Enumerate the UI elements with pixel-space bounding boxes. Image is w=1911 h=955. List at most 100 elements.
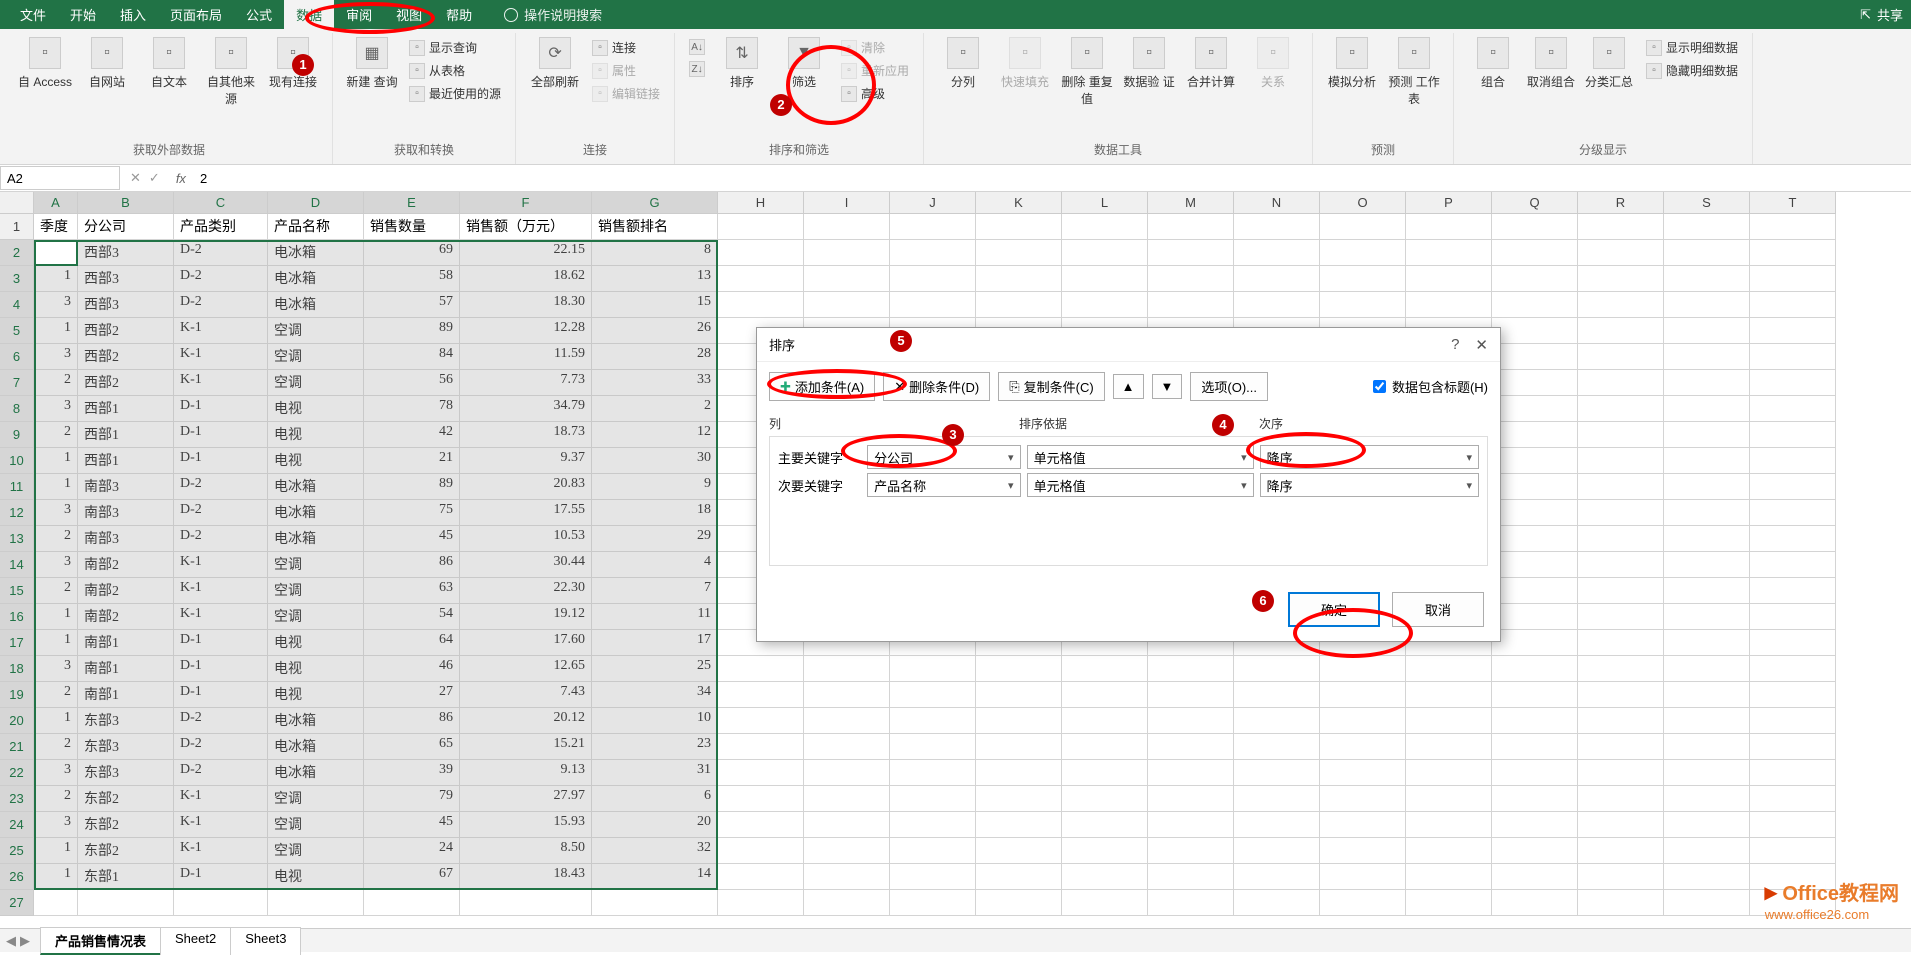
cell[interactable]: 电冰箱 <box>268 760 364 786</box>
cell[interactable] <box>1406 734 1492 760</box>
cell[interactable] <box>1492 682 1578 708</box>
cell[interactable] <box>1148 890 1234 916</box>
cell[interactable] <box>1664 760 1750 786</box>
cell[interactable] <box>1406 708 1492 734</box>
cell[interactable] <box>1578 630 1664 656</box>
cell[interactable] <box>1062 838 1148 864</box>
share-icon[interactable]: ⇱ <box>1860 7 1871 23</box>
cell[interactable] <box>1062 266 1148 292</box>
cell[interactable]: 空调 <box>268 812 364 838</box>
cell[interactable]: 18.73 <box>460 422 592 448</box>
cell[interactable] <box>718 838 804 864</box>
menu-审阅[interactable]: 审阅 <box>334 0 384 30</box>
cell[interactable]: 28 <box>592 344 718 370</box>
cell[interactable] <box>1492 370 1578 396</box>
row-header-26[interactable]: 26 <box>0 864 34 890</box>
cell[interactable]: 电冰箱 <box>268 474 364 500</box>
cell[interactable] <box>1750 760 1836 786</box>
cell[interactable] <box>1664 240 1750 266</box>
row-header-13[interactable]: 13 <box>0 526 34 552</box>
cell[interactable]: D-1 <box>174 682 268 708</box>
name-box[interactable] <box>0 166 120 190</box>
cell[interactable]: 75 <box>364 500 460 526</box>
cell[interactable] <box>1578 240 1664 266</box>
cell[interactable]: 西部3 <box>78 266 174 292</box>
cell[interactable]: 11.59 <box>460 344 592 370</box>
cell[interactable] <box>1406 656 1492 682</box>
cell[interactable]: 89 <box>364 318 460 344</box>
cell[interactable] <box>1234 708 1320 734</box>
cell[interactable]: 45 <box>364 526 460 552</box>
cell[interactable] <box>804 266 890 292</box>
cell[interactable] <box>1406 864 1492 890</box>
cell[interactable] <box>1492 344 1578 370</box>
cell[interactable]: 电冰箱 <box>268 292 364 318</box>
ribbon-高级[interactable]: ▫高级 <box>837 83 913 104</box>
ribbon-自其他来源[interactable]: ▫自其他来源 <box>202 33 260 111</box>
col-header-A[interactable]: A <box>34 192 78 214</box>
refresh-all-button[interactable]: ⟳全部刷新 <box>526 33 584 94</box>
cell[interactable] <box>1750 604 1836 630</box>
cell[interactable] <box>890 266 976 292</box>
cell[interactable]: 67 <box>364 864 460 890</box>
cell[interactable] <box>718 760 804 786</box>
cell[interactable]: 电视 <box>268 422 364 448</box>
cell[interactable] <box>1578 838 1664 864</box>
cell[interactable]: 9.13 <box>460 760 592 786</box>
col-header-F[interactable]: F <box>460 192 592 214</box>
cell[interactable] <box>1578 448 1664 474</box>
cell[interactable] <box>1148 734 1234 760</box>
cell[interactable]: 3 <box>34 656 78 682</box>
cell[interactable] <box>174 890 268 916</box>
cell[interactable]: D-2 <box>174 526 268 552</box>
cell[interactable] <box>1148 760 1234 786</box>
cell[interactable] <box>1578 734 1664 760</box>
cell[interactable] <box>1664 838 1750 864</box>
cell[interactable] <box>1750 292 1836 318</box>
cell[interactable] <box>1578 292 1664 318</box>
cell[interactable]: D-1 <box>174 656 268 682</box>
cell[interactable] <box>1320 266 1406 292</box>
cell[interactable] <box>1664 318 1750 344</box>
cell[interactable] <box>976 786 1062 812</box>
row-header-9[interactable]: 9 <box>0 422 34 448</box>
cell[interactable] <box>1750 734 1836 760</box>
cell[interactable] <box>1406 292 1492 318</box>
row-header-22[interactable]: 22 <box>0 760 34 786</box>
cell[interactable]: 12 <box>592 422 718 448</box>
cell[interactable] <box>1062 812 1148 838</box>
cell[interactable]: 10 <box>592 708 718 734</box>
col-header-D[interactable]: D <box>268 192 364 214</box>
select-all-corner[interactable] <box>0 192 34 214</box>
primary-column-select[interactable]: 分公司 <box>867 445 1020 469</box>
cell[interactable]: 8 <box>592 240 718 266</box>
cell[interactable]: D-2 <box>174 240 268 266</box>
menu-数据[interactable]: 数据 <box>284 0 334 30</box>
cell[interactable] <box>1148 786 1234 812</box>
cell[interactable]: 空调 <box>268 552 364 578</box>
cell[interactable] <box>976 240 1062 266</box>
cell[interactable] <box>1664 474 1750 500</box>
cell[interactable] <box>804 890 890 916</box>
cell[interactable] <box>1234 864 1320 890</box>
sheet-tab-产品销售情况表[interactable]: 产品销售情况表 <box>40 927 161 955</box>
cell[interactable] <box>1664 422 1750 448</box>
ribbon-最近使用的源[interactable]: ▫最近使用的源 <box>405 83 505 104</box>
cell[interactable] <box>1578 422 1664 448</box>
cell[interactable]: 7.73 <box>460 370 592 396</box>
cell[interactable]: 3 <box>34 292 78 318</box>
cell[interactable]: 1 <box>34 474 78 500</box>
tab-prev-icon[interactable]: ◀ <box>6 933 16 949</box>
cell[interactable] <box>976 890 1062 916</box>
cell[interactable] <box>976 760 1062 786</box>
cell[interactable] <box>1578 318 1664 344</box>
row-header-14[interactable]: 14 <box>0 552 34 578</box>
cell[interactable]: 分公司 <box>78 214 174 240</box>
ribbon-连接[interactable]: ▫连接 <box>588 37 664 58</box>
cell[interactable] <box>1578 266 1664 292</box>
cell[interactable] <box>890 760 976 786</box>
cell[interactable] <box>1148 292 1234 318</box>
row-header-7[interactable]: 7 <box>0 370 34 396</box>
cell[interactable]: 34 <box>592 682 718 708</box>
cell[interactable] <box>1234 760 1320 786</box>
